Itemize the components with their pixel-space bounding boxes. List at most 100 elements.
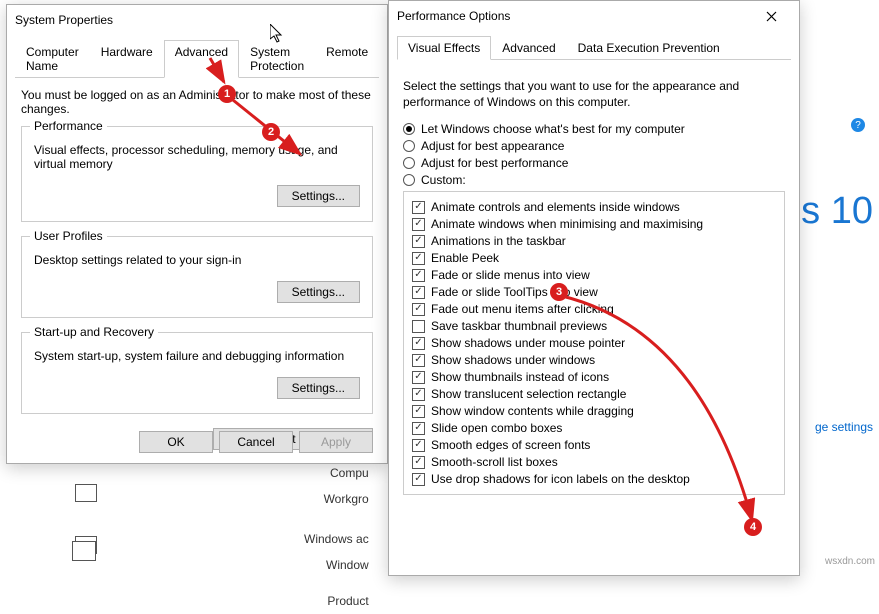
check-label: Animations in the taskbar	[431, 233, 566, 249]
radio-label: Let Windows choose what's best for my co…	[421, 122, 685, 136]
window-title: Performance Options	[397, 9, 510, 23]
check-row-8[interactable]: Show shadows under mouse pointer	[412, 335, 776, 351]
check-row-11[interactable]: Show translucent selection rectangle	[412, 386, 776, 402]
check-label: Animate windows when minimising and maxi…	[431, 216, 703, 232]
check-label: Use drop shadows for icon labels on the …	[431, 471, 690, 487]
user-profiles-group: User Profiles Desktop settings related t…	[21, 236, 373, 318]
checkbox-icon[interactable]	[412, 201, 425, 214]
monitor-icon	[75, 484, 97, 502]
perfopts-tabs: Visual Effects Advanced Data Execution P…	[397, 35, 791, 60]
check-row-14[interactable]: Smooth edges of screen fonts	[412, 437, 776, 453]
change-settings-link[interactable]: ge settings	[815, 420, 873, 434]
tab-computer-name[interactable]: Computer Name	[15, 40, 90, 78]
radio-0[interactable]: Let Windows choose what's best for my co…	[403, 122, 785, 136]
cursor-icon	[270, 24, 286, 44]
tab-visual-effects[interactable]: Visual Effects	[397, 36, 491, 60]
check-row-7[interactable]: Save taskbar thumbnail previews	[412, 318, 776, 334]
stack-icon	[75, 536, 97, 554]
checkbox-icon[interactable]	[412, 337, 425, 350]
check-row-9[interactable]: Show shadows under windows	[412, 352, 776, 368]
close-icon[interactable]	[751, 1, 791, 31]
tab-advanced[interactable]: Advanced	[164, 40, 239, 78]
checkbox-icon[interactable]	[412, 405, 425, 418]
check-label: Smooth-scroll list boxes	[431, 454, 558, 470]
checkbox-icon[interactable]	[412, 235, 425, 248]
window-title: System Properties	[15, 13, 113, 27]
checkbox-icon[interactable]	[412, 371, 425, 384]
radio-group: Let Windows choose what's best for my co…	[403, 122, 785, 187]
check-label: Show thumbnails instead of icons	[431, 369, 609, 385]
windows-10-logo-text: s 10	[801, 190, 873, 233]
radio-2[interactable]: Adjust for best performance	[403, 156, 785, 170]
radio-label: Custom:	[421, 173, 466, 187]
step-2-badge: 2	[262, 123, 280, 141]
effects-checklist: Animate controls and elements inside win…	[403, 191, 785, 495]
checkbox-icon[interactable]	[412, 252, 425, 265]
system-properties-window: System Properties Computer Name Hardware…	[6, 4, 388, 464]
check-row-5[interactable]: Fade or slide ToolTips into view	[412, 284, 776, 300]
tab-dep[interactable]: Data Execution Prevention	[567, 36, 731, 60]
check-row-15[interactable]: Smooth-scroll list boxes	[412, 454, 776, 470]
check-label: Enable Peek	[431, 250, 499, 266]
check-label: Save taskbar thumbnail previews	[431, 318, 607, 334]
radio-label: Adjust for best performance	[421, 156, 568, 170]
step-1-badge: 1	[218, 85, 236, 103]
perfopts-note: Select the settings that you want to use…	[403, 78, 785, 110]
startup-recovery-group: Start-up and Recovery System start-up, s…	[21, 332, 373, 414]
checkbox-icon[interactable]	[412, 269, 425, 282]
radio-icon[interactable]	[403, 157, 415, 169]
checkbox-icon[interactable]	[412, 354, 425, 367]
radio-icon[interactable]	[403, 174, 415, 186]
tab-remote[interactable]: Remote	[315, 40, 379, 78]
tab-system-protection[interactable]: System Protection	[239, 40, 315, 78]
check-label: Show shadows under mouse pointer	[431, 335, 625, 351]
checkbox-icon[interactable]	[412, 303, 425, 316]
tab-advanced[interactable]: Advanced	[491, 36, 566, 60]
user-settings-button[interactable]: Settings...	[277, 281, 360, 303]
radio-3[interactable]: Custom:	[403, 173, 785, 187]
checkbox-icon[interactable]	[412, 286, 425, 299]
check-label: Show translucent selection rectangle	[431, 386, 626, 402]
checkbox-icon[interactable]	[412, 320, 425, 333]
check-row-4[interactable]: Fade or slide menus into view	[412, 267, 776, 283]
check-row-1[interactable]: Animate windows when minimising and maxi…	[412, 216, 776, 232]
radio-1[interactable]: Adjust for best appearance	[403, 139, 785, 153]
watermark-text: wsxdn.com	[825, 556, 875, 567]
checkbox-icon[interactable]	[412, 218, 425, 231]
ok-button[interactable]: OK	[139, 431, 213, 453]
radio-label: Adjust for best appearance	[421, 139, 564, 153]
checkbox-icon[interactable]	[412, 422, 425, 435]
check-row-2[interactable]: Animations in the taskbar	[412, 233, 776, 249]
group-title: Start-up and Recovery	[30, 325, 158, 339]
check-row-16[interactable]: Use drop shadows for icon labels on the …	[412, 471, 776, 487]
startup-settings-button[interactable]: Settings...	[277, 377, 360, 399]
background-labels: CompuWorkgro Windows acWindow Product	[304, 460, 369, 614]
apply-button[interactable]: Apply	[299, 431, 373, 453]
checkbox-icon[interactable]	[412, 473, 425, 486]
check-row-12[interactable]: Show window contents while dragging	[412, 403, 776, 419]
admin-note: You must be logged on as an Administrato…	[21, 88, 373, 116]
tab-hardware[interactable]: Hardware	[90, 40, 164, 78]
performance-group: Performance Visual effects, processor sc…	[21, 126, 373, 222]
perf-settings-button[interactable]: Settings...	[277, 185, 360, 207]
titlebar: System Properties	[7, 5, 387, 35]
check-row-0[interactable]: Animate controls and elements inside win…	[412, 199, 776, 215]
check-row-13[interactable]: Slide open combo boxes	[412, 420, 776, 436]
check-label: Show window contents while dragging	[431, 403, 634, 419]
startup-desc: System start-up, system failure and debu…	[34, 349, 360, 363]
check-row-10[interactable]: Show thumbnails instead of icons	[412, 369, 776, 385]
radio-icon[interactable]	[403, 123, 415, 135]
help-icon[interactable]: ?	[851, 118, 865, 132]
check-label: Fade or slide ToolTips into view	[431, 284, 598, 300]
performance-options-window: Performance Options Visual Effects Advan…	[388, 0, 800, 576]
checkbox-icon[interactable]	[412, 388, 425, 401]
check-label: Animate controls and elements inside win…	[431, 199, 680, 215]
check-row-3[interactable]: Enable Peek	[412, 250, 776, 266]
check-row-6[interactable]: Fade out menu items after clicking	[412, 301, 776, 317]
cancel-button[interactable]: Cancel	[219, 431, 293, 453]
radio-icon[interactable]	[403, 140, 415, 152]
check-label: Smooth edges of screen fonts	[431, 437, 590, 453]
checkbox-icon[interactable]	[412, 456, 425, 469]
check-label: Show shadows under windows	[431, 352, 595, 368]
checkbox-icon[interactable]	[412, 439, 425, 452]
